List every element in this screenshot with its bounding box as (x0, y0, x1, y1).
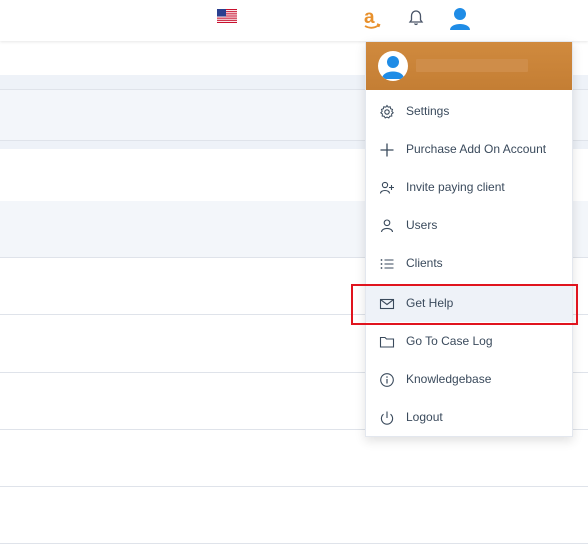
menu-item-label: Users (406, 218, 438, 232)
folder-icon (379, 334, 395, 350)
menu-item-label: Invite paying client (406, 180, 505, 194)
bell-icon[interactable] (408, 9, 424, 27)
menu-item-label: Purchase Add On Account (406, 142, 547, 156)
amazon-logo-icon[interactable]: a (362, 7, 382, 31)
menu-item-get-help[interactable]: Get Help (366, 284, 572, 322)
menu-item-label: Knowledgebase (406, 372, 492, 386)
user-icon (379, 218, 395, 234)
menu-item-label: Logout (406, 410, 443, 424)
plus-icon (379, 142, 395, 158)
menu-item-label: Clients (406, 256, 443, 270)
menu-item-go-to-case-log[interactable]: Go To Case Log (366, 322, 572, 360)
menu-item-users[interactable]: Users (366, 206, 572, 244)
menu-item-knowledgebase[interactable]: Knowledgebase (366, 360, 572, 398)
gear-icon (379, 104, 395, 120)
us-flag-icon[interactable] (217, 9, 237, 23)
menu-item-purchase-add-on-account[interactable]: Purchase Add On Account (366, 130, 572, 168)
user-avatar-icon[interactable] (449, 7, 471, 31)
menu-item-logout[interactable]: Logout (366, 398, 572, 436)
menu-user-header (366, 42, 572, 90)
power-icon (379, 410, 395, 426)
menu-item-invite-paying-client[interactable]: Invite paying client (366, 168, 572, 206)
user-name-redacted (416, 59, 528, 72)
mail-icon (379, 296, 395, 312)
table-row (0, 487, 588, 543)
table-row (0, 430, 588, 486)
menu-item-label: Settings (406, 104, 450, 118)
menu-item-label: Go To Case Log (406, 334, 493, 348)
user-avatar-icon (378, 51, 408, 81)
list-icon (379, 256, 395, 272)
user-plus-icon (379, 180, 395, 196)
info-icon (379, 372, 395, 388)
svg-text:a: a (364, 7, 375, 28)
user-dropdown-menu: Settings Purchase Add On Account Invite … (365, 41, 573, 437)
table-row (0, 544, 588, 558)
menu-item-clients[interactable]: Clients (366, 244, 572, 282)
menu-item-label: Get Help (406, 296, 454, 310)
menu-item-settings[interactable]: Settings (366, 92, 572, 130)
top-navbar: a (0, 0, 588, 41)
